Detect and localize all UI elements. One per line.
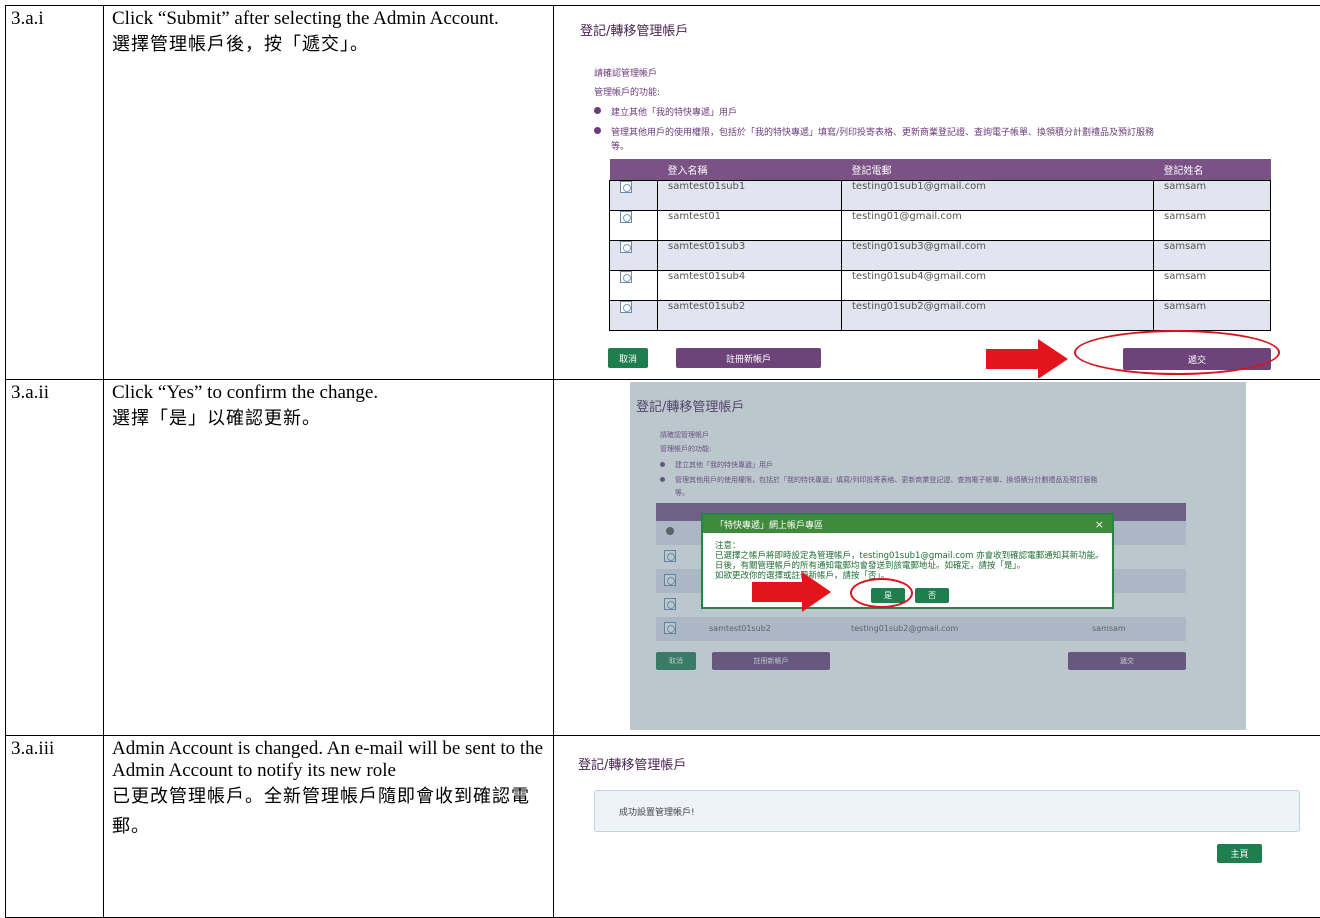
- functions-label: 管理帳戶的功能:: [594, 88, 661, 98]
- name-cell: samsam: [1153, 239, 1271, 271]
- dialog-title: 「特快專遞」網上帳戶專區: [715, 520, 824, 531]
- no-button[interactable]: 否: [915, 588, 949, 603]
- success-message: 成功設置管理帳戶!: [594, 790, 1300, 832]
- step-text-en: Admin Account is changed. An e-mail will…: [112, 738, 544, 781]
- email-cell: testing01sub1@gmail.com: [841, 179, 1154, 211]
- note-line: 已選擇之帳戶將即時設定為管理帳戶，testing01sub1@gmail.com…: [715, 551, 1104, 561]
- confirm-label: 請確認管理帳戶: [594, 69, 658, 79]
- register-new-account-button[interactable]: 註冊新帳戶: [676, 348, 821, 368]
- radio-select[interactable]: [620, 270, 632, 283]
- bullet-text-cont: 等。: [611, 142, 630, 152]
- radio-select[interactable]: [620, 180, 632, 193]
- step-text-zh: 選擇管理帳戶後，按「遞交」。: [112, 34, 369, 55]
- screenshot-confirm-dialog: 登記/轉移管理帳戶 請確認管理帳戶 管理帳戶的功能: 建立其他「我的特快專遞」用…: [630, 382, 1246, 730]
- bullet-dot-icon: [594, 107, 601, 114]
- page-title: 登記/轉移管理帳戶: [580, 24, 689, 39]
- dialog-header: 「特快專遞」網上帳戶專區 ×: [703, 515, 1112, 533]
- note-heading: 注意：: [715, 541, 741, 551]
- function-bullet: 管理其他用戶的使用權限，包括於「我的特快專遞」填寫/列印投寄表格、更新商業登記證…: [594, 125, 1154, 138]
- step-row-3aii: 3.a.ii Click “Yes” to confirm the change…: [5, 379, 1320, 736]
- table-row[interactable]: samtest01sub3 testing01sub3@gmail.com sa…: [609, 239, 1271, 271]
- note-line: 日後，有關管理帳戶的所有通知電郵均會發送到該電郵地址。如確定，請按「是」。: [715, 561, 1026, 571]
- red-arrow-icon: [986, 339, 1068, 378]
- step-row-3aiii: 3.a.iii Admin Account is changed. An e-m…: [5, 735, 1320, 918]
- red-arrow-icon: [752, 572, 831, 612]
- table-row[interactable]: samtest01 testing01@gmail.com samsam: [609, 209, 1271, 241]
- email-cell: testing01sub3@gmail.com: [841, 239, 1154, 271]
- step-id: 3.a.i: [11, 8, 44, 29]
- function-bullet: 建立其他「我的特快專遞」用戶: [594, 105, 737, 118]
- step-text-en: Click “Submit” after selecting the Admin…: [112, 8, 499, 29]
- login-name-cell: samtest01sub1: [657, 179, 842, 211]
- email-cell: testing01@gmail.com: [841, 209, 1154, 241]
- name-cell: samsam: [1153, 179, 1271, 211]
- bullet-text: 建立其他「我的特快專遞」用戶: [611, 108, 738, 118]
- step-text-en: Click “Yes” to confirm the change.: [112, 382, 379, 403]
- screenshot-select-admin: 登記/轉移管理帳戶 請確認管理帳戶 管理帳戶的功能: 建立其他「我的特快專遞」用…: [554, 6, 1320, 378]
- home-button[interactable]: 主頁: [1217, 844, 1262, 863]
- highlight-circle: [850, 578, 913, 608]
- name-cell: samsam: [1153, 299, 1271, 331]
- login-name-cell: samtest01sub4: [657, 269, 842, 301]
- step-row-3ai: 3.a.i Click “Submit” after selecting the…: [5, 5, 1320, 380]
- bullet-text: 管理其他用戶的使用權限，包括於「我的特快專遞」填寫/列印投寄表格、更新商業登記證…: [611, 128, 1155, 138]
- account-table: 登入名稱 登記電郵 登記姓名 samtest01sub1 testing01su…: [609, 159, 1271, 331]
- login-name-cell: samtest01sub2: [657, 299, 842, 331]
- radio-select[interactable]: [620, 240, 632, 253]
- email-cell: testing01sub2@gmail.com: [841, 299, 1154, 331]
- name-cell: samsam: [1153, 269, 1271, 301]
- table-row[interactable]: samtest01sub4 testing01sub4@gmail.com sa…: [609, 269, 1271, 301]
- radio-select[interactable]: [620, 300, 632, 313]
- table-row[interactable]: samtest01sub2 testing01sub2@gmail.com sa…: [609, 299, 1271, 331]
- step-text-zh: 選擇「是」以確認更新。: [112, 408, 321, 429]
- cancel-button[interactable]: 取消: [608, 348, 648, 368]
- bullet-dot-icon: [594, 127, 601, 134]
- login-name-cell: samtest01: [657, 209, 842, 241]
- name-cell: samsam: [1153, 209, 1271, 241]
- success-text: 成功設置管理帳戶!: [619, 807, 695, 818]
- col-name: 登記姓名: [1153, 159, 1271, 180]
- page-title: 登記/轉移管理帳戶: [578, 758, 687, 773]
- radio-select[interactable]: [620, 210, 632, 223]
- table-header: 登入名稱 登記電郵 登記姓名: [609, 159, 1271, 180]
- highlight-circle: [1074, 330, 1280, 375]
- step-text-zh: 已更改管理帳戶。全新管理帳戶隨即會收到確認電郵。: [112, 786, 530, 837]
- close-icon[interactable]: ×: [1095, 518, 1104, 531]
- col-email: 登記電郵: [841, 159, 1154, 180]
- col-login-name: 登入名稱: [657, 159, 842, 180]
- screenshot-success: 登記/轉移管理帳戶 成功設置管理帳戶! 主頁: [554, 736, 1320, 916]
- instruction-table: 3.a.i Click “Submit” after selecting the…: [5, 5, 1320, 918]
- table-row[interactable]: samtest01sub1 testing01sub1@gmail.com sa…: [609, 179, 1271, 211]
- email-cell: testing01sub4@gmail.com: [841, 269, 1154, 301]
- login-name-cell: samtest01sub3: [657, 239, 842, 271]
- step-id: 3.a.ii: [11, 382, 49, 403]
- step-id: 3.a.iii: [11, 738, 55, 759]
